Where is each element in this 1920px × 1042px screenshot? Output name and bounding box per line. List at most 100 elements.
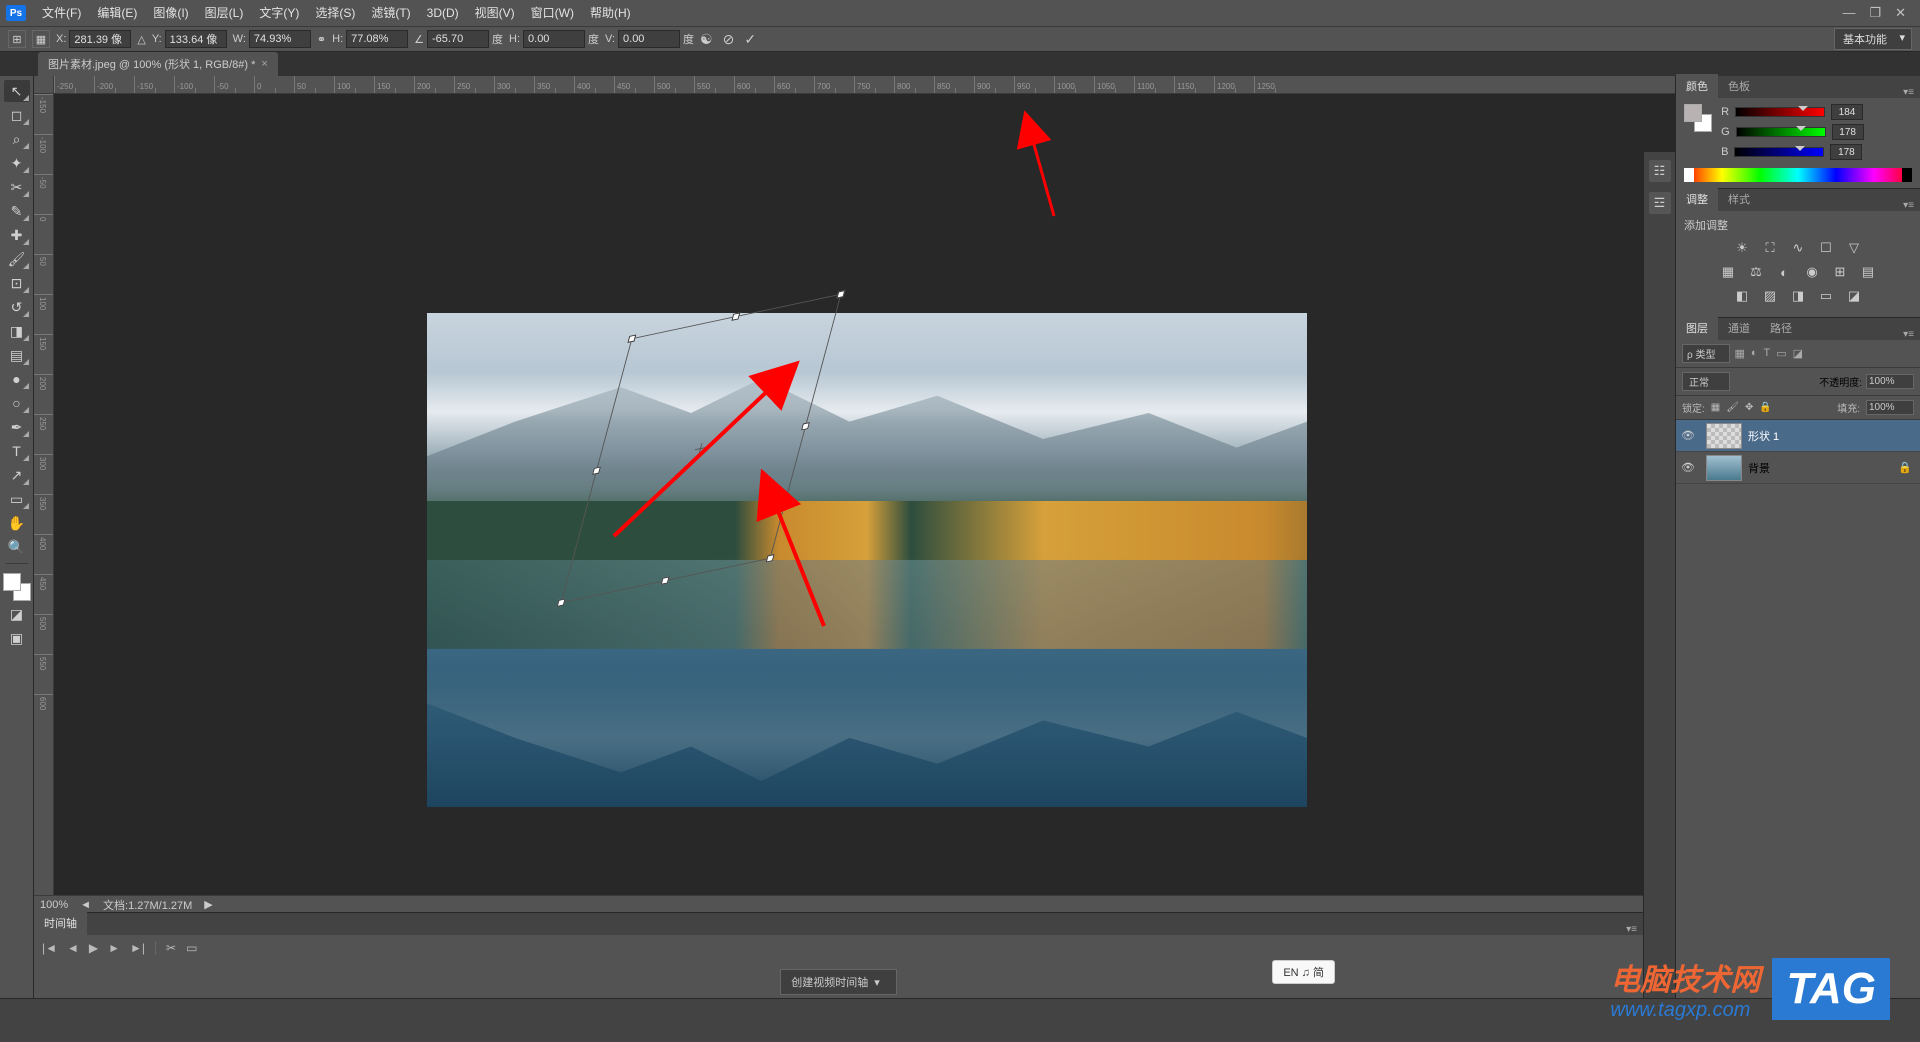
tl-cut-icon[interactable]: ✂ (166, 941, 176, 955)
tab-timeline[interactable]: 时间轴 (34, 911, 87, 935)
layer-thumb[interactable] (1706, 455, 1742, 481)
reference-point-icon[interactable]: ▦ (32, 30, 50, 48)
transform-tool-icon[interactable]: ⊞ (8, 30, 26, 48)
dodge-tool[interactable]: ○ (4, 392, 30, 414)
lock-paint-icon[interactable]: 🖌 (1726, 402, 1739, 413)
angle-input[interactable] (427, 30, 489, 48)
pen-tool[interactable]: ✒ (4, 416, 30, 438)
type-tool[interactable]: T (4, 440, 30, 462)
layer-thumb[interactable] (1706, 423, 1742, 449)
warp-mode-icon[interactable]: ☯ (700, 31, 713, 48)
window-minimize[interactable]: — (1842, 5, 1855, 21)
tl-transition-icon[interactable]: ▭ (186, 941, 197, 955)
doc-info-arrow[interactable]: ▶ (204, 898, 212, 911)
hand-tool[interactable]: ✋ (4, 512, 30, 534)
window-maximize[interactable]: ❐ (1869, 5, 1881, 21)
menu-type[interactable]: 文字(Y) (251, 0, 307, 26)
opacity-input[interactable] (1866, 374, 1914, 389)
cancel-transform-icon[interactable]: ⊘ (723, 31, 735, 48)
fill-input[interactable] (1866, 400, 1914, 415)
tab-channels[interactable]: 通道 (1718, 316, 1760, 340)
adj-panel-menu-icon[interactable]: ▾≡ (1897, 200, 1920, 211)
b-value[interactable] (1830, 144, 1862, 160)
create-video-timeline-button[interactable]: 创建视频时间轴▾ (780, 969, 897, 995)
tab-adjustments[interactable]: 调整 (1676, 187, 1718, 211)
adj-vibrance-icon[interactable]: ▽ (1844, 239, 1864, 257)
filter-smart-icon[interactable]: ◪ (1793, 347, 1803, 360)
stamp-tool[interactable]: ⊡ (4, 272, 30, 294)
adj-invert-icon[interactable]: ◧ (1732, 287, 1752, 305)
handle-top-right[interactable] (836, 290, 845, 298)
filter-adjust-icon[interactable]: ◐ (1751, 347, 1758, 360)
healing-tool[interactable]: ✚ (4, 224, 30, 246)
w-input[interactable] (249, 30, 311, 48)
layers-panel-menu-icon[interactable]: ▾≡ (1897, 329, 1920, 340)
tab-styles[interactable]: 样式 (1718, 187, 1760, 211)
adj-mixer-icon[interactable]: ⊞ (1830, 263, 1850, 281)
menu-image[interactable]: 图像(I) (145, 0, 196, 26)
filter-pixel-icon[interactable]: ▦ (1734, 347, 1744, 360)
adj-hue-icon[interactable]: ▦ (1718, 263, 1738, 281)
tab-close-icon[interactable]: × (261, 58, 267, 70)
menu-help[interactable]: 帮助(H) (582, 0, 639, 26)
adj-colorbal-icon[interactable]: ⚖ (1746, 263, 1766, 281)
tab-color[interactable]: 颜色 (1676, 74, 1718, 98)
tl-prev-icon[interactable]: ◄ (67, 941, 79, 955)
properties-icon[interactable]: ☲ (1649, 192, 1671, 214)
quick-mask-icon[interactable]: ◪ (4, 603, 30, 625)
tab-swatches[interactable]: 色板 (1718, 74, 1760, 98)
layer-filter-select[interactable]: ρ 类型 (1682, 344, 1730, 363)
adj-photo-icon[interactable]: ◉ (1802, 263, 1822, 281)
lasso-tool[interactable]: ⌕ (4, 128, 30, 150)
adj-thresh-icon[interactable]: ◨ (1788, 287, 1808, 305)
menu-file[interactable]: 文件(F) (34, 0, 89, 26)
crop-tool[interactable]: ✂ (4, 176, 30, 198)
zoom-level[interactable]: 100% (40, 899, 68, 911)
tl-play-icon[interactable]: ▶ (89, 941, 98, 955)
lock-pos-icon[interactable]: ✥ (1745, 402, 1753, 413)
shape-tool[interactable]: ▭ (4, 488, 30, 510)
foreground-color[interactable] (3, 573, 21, 591)
r-slider[interactable] (1735, 107, 1825, 117)
tab-layers[interactable]: 图层 (1676, 316, 1718, 340)
scrubber-icon[interactable]: ◄ (80, 899, 91, 911)
menu-layer[interactable]: 图层(L) (197, 0, 252, 26)
tl-last-icon[interactable]: ►| (130, 941, 145, 955)
menu-filter[interactable]: 滤镜(T) (363, 0, 418, 26)
adj-gradmap-icon[interactable]: ▭ (1816, 287, 1836, 305)
b-slider[interactable] (1734, 147, 1824, 157)
tab-paths[interactable]: 路径 (1760, 316, 1802, 340)
g-value[interactable] (1832, 124, 1864, 140)
handle-top-left[interactable] (627, 334, 636, 342)
timeline-menu-icon[interactable]: ▾≡ (1620, 924, 1643, 935)
workspace-switcher[interactable]: 基本功能 (1834, 28, 1912, 50)
doc-info[interactable]: 文档:1.27M/1.27M (103, 897, 192, 913)
adj-brightness-icon[interactable]: ☀ (1732, 239, 1752, 257)
window-close[interactable]: ✕ (1895, 5, 1906, 21)
transform-center[interactable] (696, 444, 706, 454)
adj-levels-icon[interactable]: ⛶ (1760, 239, 1780, 257)
gradient-tool[interactable]: ▤ (4, 344, 30, 366)
canvas-image[interactable] (427, 313, 1307, 807)
adj-poster-icon[interactable]: ▨ (1760, 287, 1780, 305)
menu-window[interactable]: 窗口(W) (523, 0, 582, 26)
filter-shape-icon[interactable]: ▭ (1776, 347, 1786, 360)
blur-tool[interactable]: ● (4, 368, 30, 390)
menu-view[interactable]: 视图(V) (467, 0, 523, 26)
adj-lookup-icon[interactable]: ▤ (1858, 263, 1878, 281)
quick-select-tool[interactable]: ✦ (4, 152, 30, 174)
g-slider[interactable] (1736, 127, 1826, 137)
commit-transform-icon[interactable]: ✓ (744, 31, 756, 48)
x-input[interactable] (69, 30, 131, 48)
color-spectrum[interactable] (1684, 168, 1912, 182)
layer-name[interactable]: 形状 1 (1748, 428, 1779, 444)
layer-name[interactable]: 背景 (1748, 460, 1770, 476)
menu-select[interactable]: 选择(S) (307, 0, 363, 26)
lock-all-icon[interactable]: 🔒 (1759, 402, 1771, 413)
eraser-tool[interactable]: ◨ (4, 320, 30, 342)
document-tab[interactable]: 图片素材.jpeg @ 100% (形状 1, RGB/8#) * × (38, 52, 278, 76)
menu-3d[interactable]: 3D(D) (419, 0, 467, 26)
handle-top-mid[interactable] (731, 312, 740, 320)
history-icon[interactable]: ☷ (1649, 160, 1671, 182)
screen-mode-icon[interactable]: ▣ (4, 627, 30, 649)
